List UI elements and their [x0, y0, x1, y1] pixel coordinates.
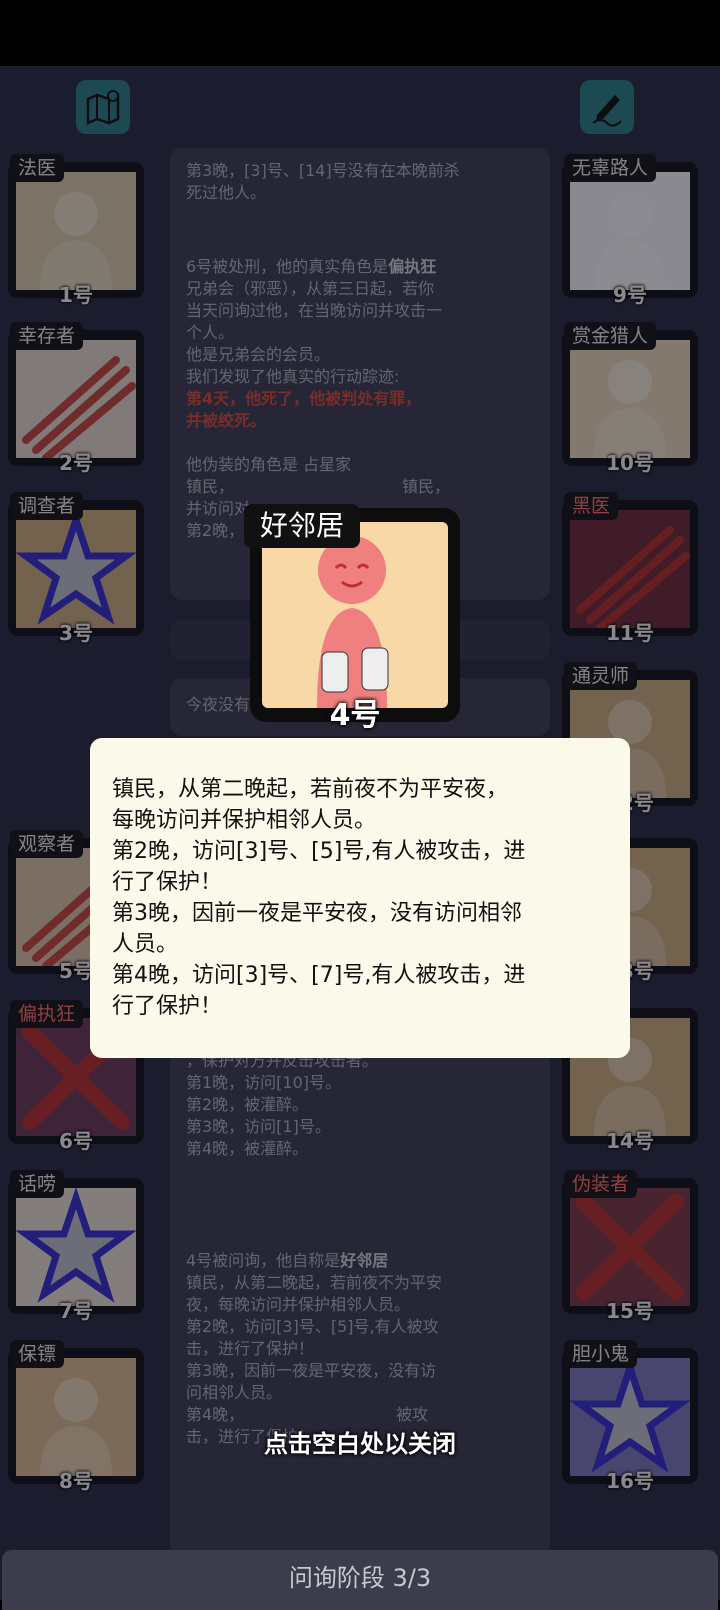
ability-popup: 镇民，从第二晚起，若前夜不为平安夜， 每晚访问并保护相邻人员。 第2晚，访问[3… — [90, 738, 630, 1058]
role-title: 好邻居 — [244, 504, 361, 548]
close-hint: 点击空白处以关闭 — [264, 1430, 456, 1458]
role-portrait — [262, 522, 448, 708]
phase-bar: 问询阶段 3/3 — [2, 1550, 718, 1610]
game-board: 第3晚，[3]号、[14]号没有在本晚前杀 死过他人。 6号被处刑，他的真实角色… — [0, 66, 720, 1600]
role-card: 好邻居 4号 — [244, 504, 460, 733]
role-number: 4号 — [329, 698, 381, 733]
ability-text: 镇民，从第二晚起，若前夜不为平安夜， 每晚访问并保护相邻人员。 第2晚，访问[3… — [112, 777, 526, 1019]
